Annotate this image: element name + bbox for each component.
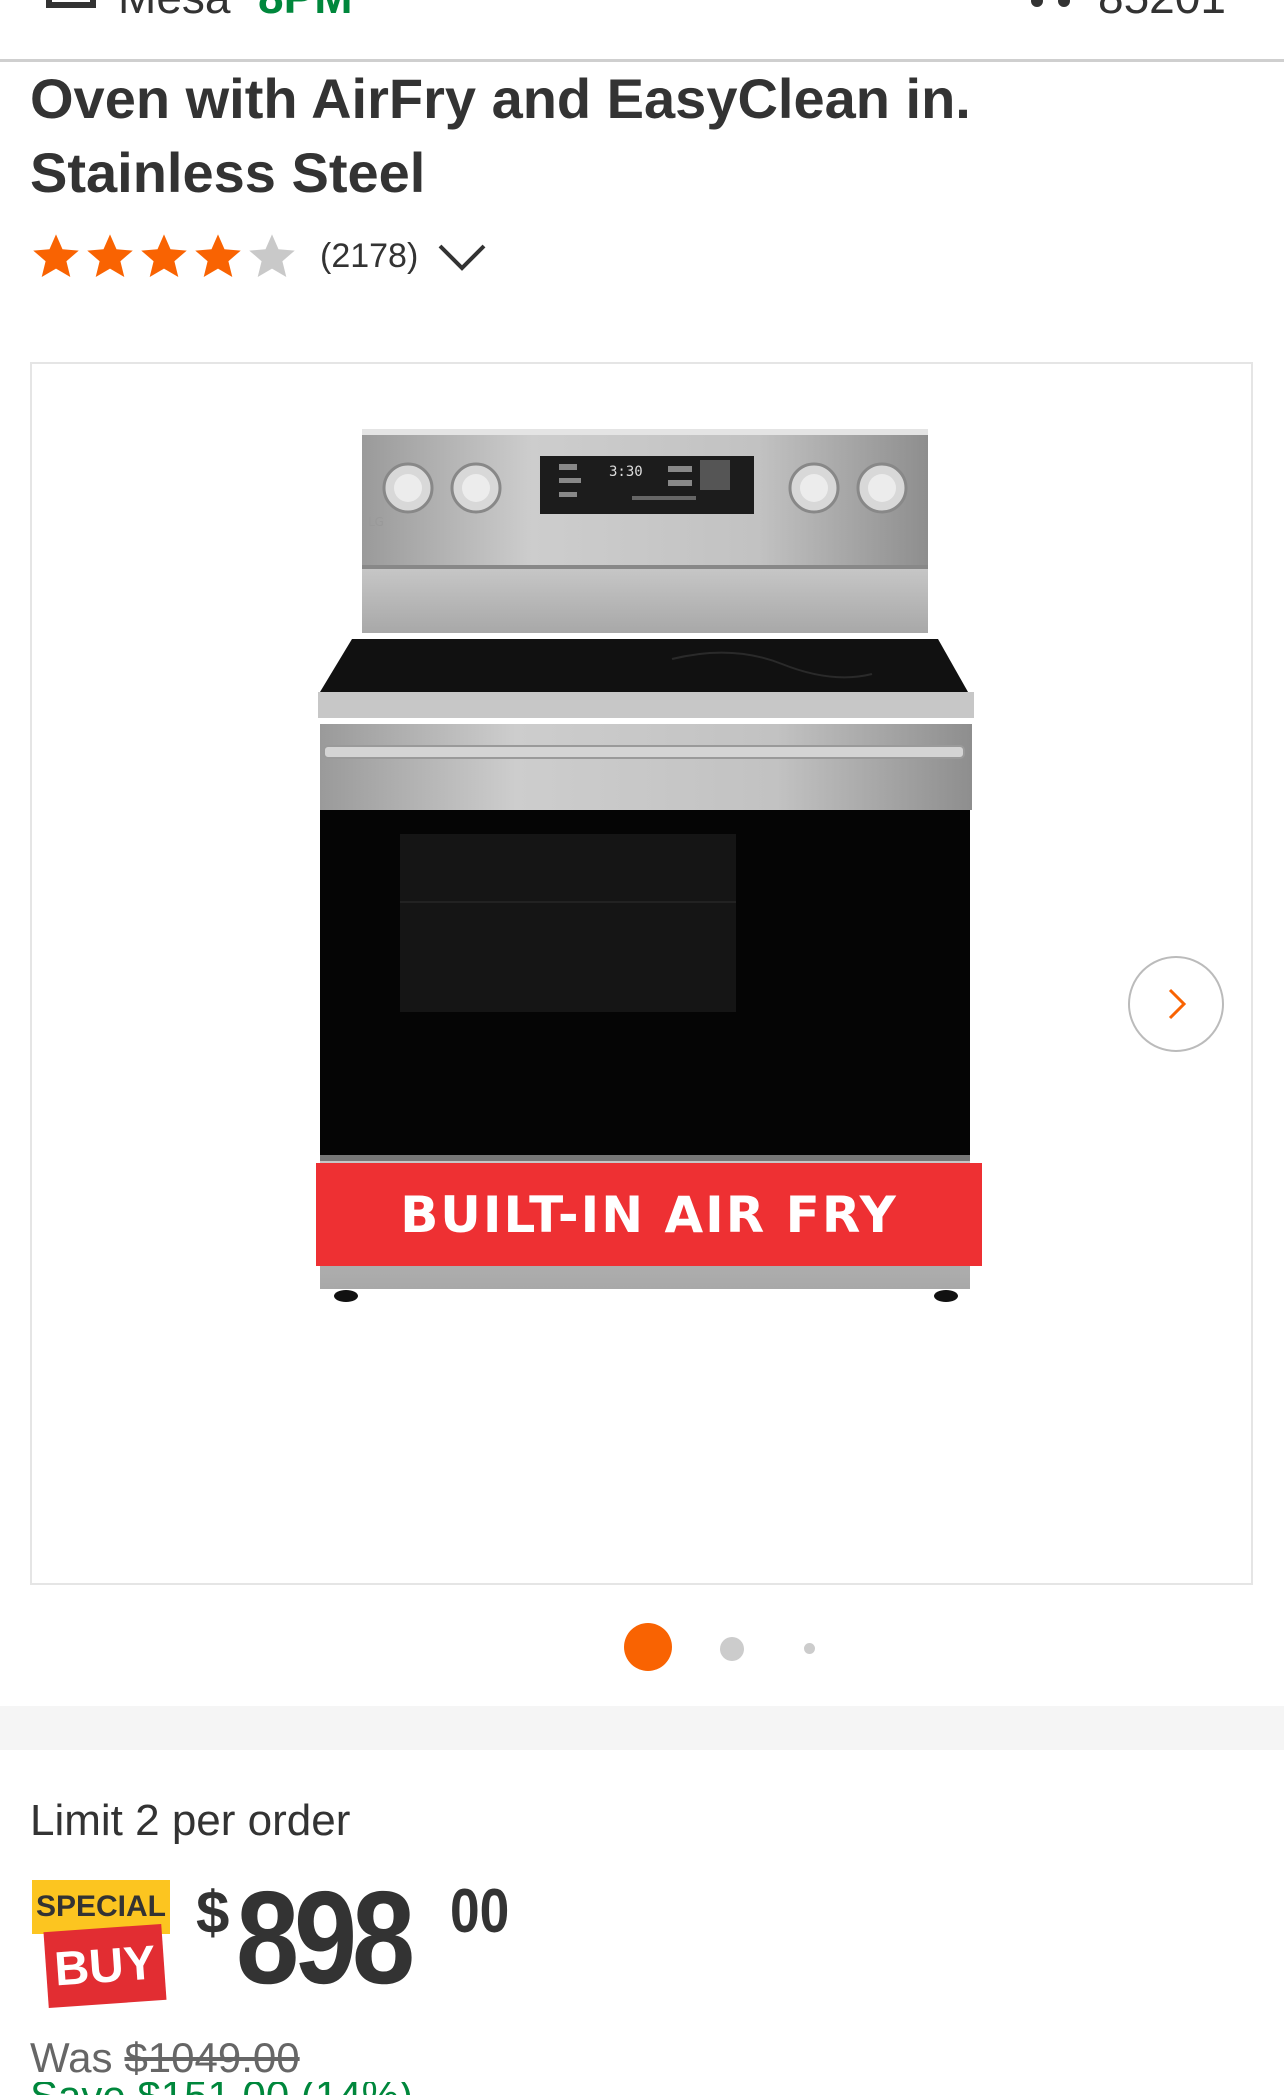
was-price-row: Was $1049.00 bbox=[30, 2034, 300, 2082]
pager-dot-active[interactable] bbox=[624, 1623, 672, 1671]
store-name[interactable]: Mesa bbox=[118, 0, 230, 24]
delivery-truck-icon bbox=[1031, 0, 1070, 7]
image-pager bbox=[0, 1620, 1284, 1676]
feature-banner-text: BUILT-IN AIR FRY bbox=[400, 1185, 898, 1244]
rating-row[interactable]: (2178) bbox=[30, 226, 488, 286]
pager-dot[interactable] bbox=[720, 1637, 744, 1661]
star-full-icon bbox=[87, 234, 133, 278]
brand-logo: LG bbox=[368, 515, 384, 529]
star-full-icon bbox=[33, 234, 79, 278]
price-dollars: 898 bbox=[236, 1864, 415, 2011]
special-buy-badge: SPECIAL BUY bbox=[32, 1880, 172, 2009]
product-image: 3:30 LG bbox=[318, 429, 974, 1302]
card-bottom-edge bbox=[0, 1690, 1284, 1706]
badge-bottom-label: BUY bbox=[43, 1923, 167, 2009]
star-rating bbox=[30, 230, 298, 282]
star-full-icon bbox=[195, 234, 241, 278]
top-header: Mesa 8PM 85201 bbox=[0, 0, 1284, 62]
store-icon bbox=[46, 0, 96, 8]
oven-display: 3:30 bbox=[609, 464, 643, 480]
feature-banner: BUILT-IN AIR FRY bbox=[316, 1163, 982, 1266]
price-currency: $ bbox=[196, 1879, 230, 1946]
star-empty-icon bbox=[249, 234, 295, 278]
price-cents: 00 bbox=[450, 1877, 510, 1946]
star-full-icon bbox=[141, 234, 187, 278]
review-count[interactable]: (2178) bbox=[320, 237, 418, 276]
chevron-down-icon[interactable] bbox=[436, 230, 488, 282]
product-title: Oven with AirFry and EasyClean in. Stain… bbox=[30, 67, 971, 204]
store-hours: 8PM bbox=[258, 0, 353, 24]
pager-dot[interactable] bbox=[804, 1643, 815, 1654]
delivery-zip[interactable]: 85201 bbox=[1098, 0, 1226, 24]
next-image-button[interactable] bbox=[1128, 956, 1224, 1052]
savings-text: Save $151.00 (14%) bbox=[30, 2082, 413, 2095]
product-image-gallery[interactable]: 3:30 LG BUILT-IN AIR FRY bbox=[30, 362, 1253, 1585]
chevron-right-icon bbox=[1168, 988, 1187, 1020]
purchase-limit: Limit 2 per order bbox=[30, 1796, 351, 1845]
savings-row: Save $151.00 (14%) bbox=[30, 2082, 530, 2095]
section-divider bbox=[0, 1706, 1284, 1750]
was-price: $1049.00 bbox=[124, 2034, 300, 2081]
was-label: Was bbox=[30, 2034, 113, 2081]
